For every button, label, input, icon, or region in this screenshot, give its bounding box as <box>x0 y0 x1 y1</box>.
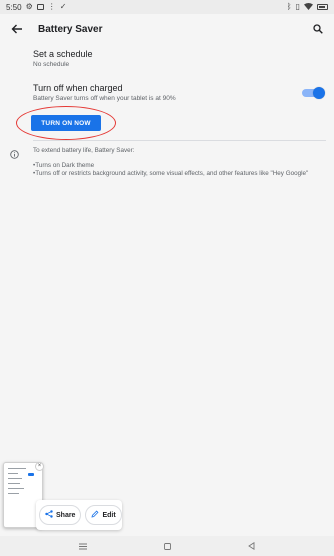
back-triangle-icon[interactable] <box>244 539 258 553</box>
schedule-setting[interactable]: Set a schedule No schedule <box>33 49 326 68</box>
preview-line <box>8 483 20 484</box>
edit-button[interactable]: Edit <box>85 505 122 525</box>
recents-menu-icon[interactable] <box>76 539 90 553</box>
home-icon[interactable] <box>160 539 174 553</box>
navigation-bar <box>0 536 334 556</box>
close-preview-button[interactable]: × <box>35 462 44 471</box>
check-icon: ✓ <box>59 2 67 11</box>
preview-line <box>8 488 24 489</box>
share-icon <box>45 510 53 520</box>
screen-icon <box>36 4 44 10</box>
turn-on-now-area: TURN ON NOW <box>16 106 116 140</box>
back-arrow-icon[interactable] <box>6 18 28 40</box>
share-button[interactable]: Share <box>39 505 82 525</box>
screenshot-actions: Share Edit <box>36 500 122 530</box>
preview-toggle <box>28 473 34 476</box>
info-icon <box>10 146 19 159</box>
edit-label: Edit <box>102 511 116 519</box>
dots-icon: ⋮ <box>47 2 56 11</box>
toggle-knob <box>313 87 325 99</box>
preview-line <box>8 468 26 469</box>
search-icon[interactable] <box>310 21 326 37</box>
turn-off-subtitle: Battery Saver turns off when your tablet… <box>33 95 176 102</box>
preview-line <box>8 478 22 479</box>
divider <box>33 140 326 141</box>
preview-line <box>8 493 19 494</box>
bluetooth-icon: ᛒ <box>286 2 292 11</box>
gear-icon: ⚙ <box>25 2 33 11</box>
share-label: Share <box>56 511 76 519</box>
vibrate-icon: ▯ <box>295 2 300 11</box>
schedule-title: Set a schedule <box>33 49 93 59</box>
info-bullet-dark-theme: •Turns on Dark theme <box>33 162 95 169</box>
app-bar: Battery Saver <box>0 14 334 44</box>
page-title: Battery Saver <box>38 23 103 35</box>
turn-off-when-charged-toggle[interactable] <box>302 87 325 99</box>
wifi-icon <box>304 2 313 12</box>
info-intro: To extend battery life, Battery Saver: <box>33 147 135 154</box>
status-time: 5:50 <box>6 2 22 12</box>
turn-on-now-button[interactable]: TURN ON NOW <box>31 115 101 131</box>
turn-off-title: Turn off when charged <box>33 83 123 93</box>
schedule-subtitle: No schedule <box>33 61 70 68</box>
status-bar: 5:50 ⚙ ⋮ ✓ ᛒ ▯ <box>0 0 334 14</box>
preview-line <box>8 473 18 474</box>
info-bullet-restrictions: •Turns off or restricts background activ… <box>33 170 309 177</box>
battery-icon <box>317 4 328 10</box>
turn-off-when-charged-setting[interactable]: Turn off when charged Battery Saver turn… <box>33 83 294 102</box>
pencil-icon <box>91 510 99 520</box>
